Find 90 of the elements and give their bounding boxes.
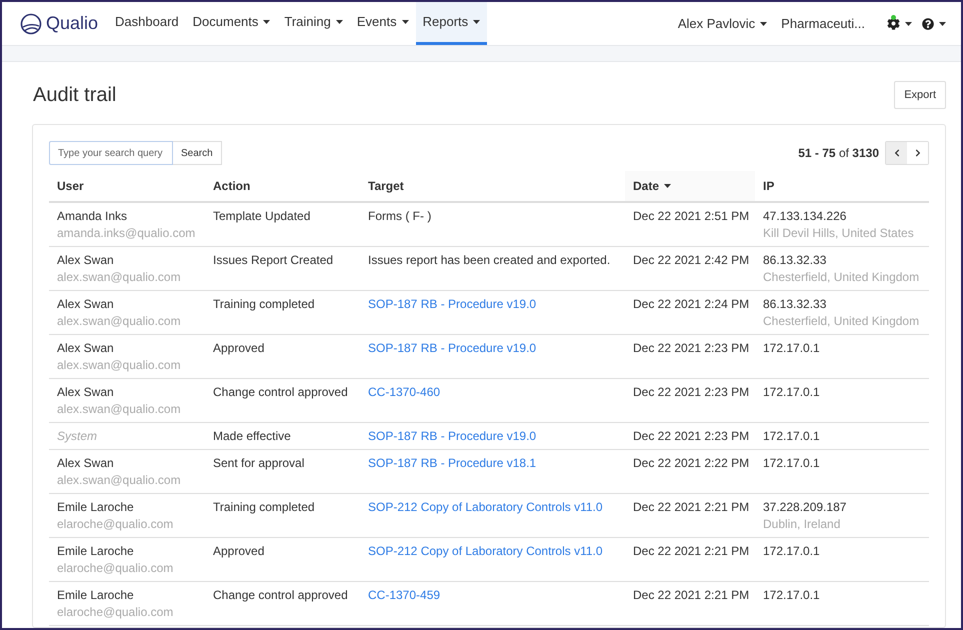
pagination-range: 51 - 75 of 3130 [798,145,879,162]
column-header[interactable]: Action [205,171,360,201]
action-text: Template Updated [213,209,310,223]
column-header[interactable]: Target [360,171,625,201]
user-email: alex.swan@qualio.com [57,401,182,417]
target-text: Forms ( F- ) [368,209,432,223]
action-text: Training completed [213,500,315,514]
target-link[interactable]: SOP-187 RB - Procedure v19.0 [368,341,536,355]
action-text: Approved [213,544,264,558]
action-text: Approved [213,341,264,355]
target-link[interactable]: SOP-187 RB - Procedure v18.1 [368,456,536,470]
date-text: Dec 22 2021 2:42 PM [633,253,750,267]
nav-tab[interactable]: Documents [186,2,278,45]
chevron-right-icon [914,149,922,157]
nav-tab[interactable]: Events [350,2,416,45]
ip-address: 86.13.32.33 [763,252,828,268]
date-text: Dec 22 2021 2:24 PM [633,297,750,311]
user-name: Emile Laroche [57,587,135,603]
user-name: Alex Swan [57,384,115,400]
ip-location: Chesterfield, United Kingdom [763,313,919,329]
user-email: amanda.inks@qualio.com [57,225,196,241]
target-link[interactable]: SOP-187 RB - Procedure v19.0 [368,429,536,443]
action-text: Sent for approval [213,456,304,470]
caret-icon [664,184,672,188]
column-header[interactable]: Date [625,171,755,201]
ip-address: 172.17.0.1 [763,428,821,444]
company-menu[interactable]: Pharmaceuti... [774,2,872,45]
action-text: Change control approved [213,588,348,602]
target-link[interactable]: CC-1370-459 [368,588,440,602]
target-link[interactable]: SOP-212 Copy of Laboratory Controls v11.0 [368,544,603,558]
user-menu[interactable]: Alex Pavlovic [670,2,774,45]
caret-icon [939,22,946,26]
date-text: Dec 22 2021 2:23 PM [633,385,750,399]
caret-icon [905,22,912,26]
user-name: Alex Swan [57,252,115,268]
ip-address: 172.17.0.1 [763,587,821,603]
date-text: Dec 22 2021 2:21 PM [633,544,750,558]
nav-tab[interactable]: Reports [416,2,488,45]
brand-name: Qualio [46,12,98,35]
user-name: Emile Laroche [57,543,135,559]
ip-location: Dublin, Ireland [763,516,842,532]
ip-address: 172.17.0.1 [763,543,821,559]
date-text: Dec 22 2021 2:21 PM [633,500,750,514]
user-name: Emile Laroche [57,499,135,515]
ip-address: 86.13.32.33 [763,296,828,312]
nav-tab[interactable]: Training [277,2,350,45]
user-email: elaroche@qualio.com [57,604,174,620]
export-button[interactable]: Export [894,80,946,110]
target-text: Issues report has been created and exported. [368,253,610,267]
column-header[interactable]: IP [755,171,927,201]
user-email: alex.swan@qualio.com [57,313,182,329]
search-button[interactable]: Search [173,141,222,165]
target-link[interactable]: SOP-187 RB - Procedure v19.0 [368,297,536,311]
caret-icon [760,22,768,26]
user-name: Alex Swan [57,296,115,312]
user-email: alex.swan@qualio.com [57,269,182,285]
date-text: Dec 22 2021 2:23 PM [633,341,750,355]
user-name: System [57,428,98,444]
ip-address: 172.17.0.1 [763,384,821,400]
user-name: Alex Swan [57,340,115,356]
ip-address: 37.228.209.187 [763,499,848,515]
date-text: Dec 22 2021 2:23 PM [633,429,750,443]
ip-location: Kill Devil Hills, United States [763,225,915,241]
date-text: Dec 22 2021 2:21 PM [633,588,750,602]
logo-icon [20,12,42,34]
user-name: Alex Swan [57,455,115,471]
ip-address: 172.17.0.1 [763,455,821,471]
ip-address: 172.17.0.1 [763,340,821,356]
action-text: Made effective [213,429,291,443]
date-text: Dec 22 2021 2:51 PM [633,209,750,223]
help-icon [922,18,934,30]
action-text: Issues Report Created [213,253,334,267]
date-text: Dec 22 2021 2:22 PM [633,456,750,470]
user-name: Amanda Inks [57,208,128,224]
page-title: Audit trail [33,83,116,108]
user-email: elaroche@qualio.com [57,516,174,532]
action-text: Change control approved [213,385,348,399]
user-email: alex.swan@qualio.com [57,472,182,488]
settings-icon [887,17,900,30]
target-link[interactable]: SOP-212 Copy of Laboratory Controls v11.0 [368,500,603,514]
action-text: Training completed [213,297,315,311]
search-field[interactable]: Type your search query [49,141,173,165]
ip-address: 47.133.134.226 [763,208,848,224]
user-email: elaroche@qualio.com [57,560,174,576]
user-email: alex.swan@qualio.com [57,357,182,373]
column-header[interactable]: User [49,171,205,201]
chevron-left-icon [892,149,900,157]
nav-tab[interactable]: Dashboard [108,2,186,45]
ip-location: Chesterfield, United Kingdom [763,269,919,285]
target-link[interactable]: CC-1370-460 [368,385,440,399]
